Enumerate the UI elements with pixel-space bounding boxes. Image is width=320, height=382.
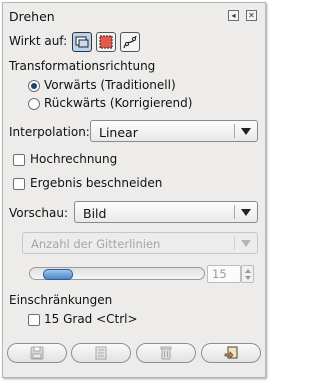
chevron-down-icon	[241, 128, 251, 135]
reset-options-button[interactable]	[201, 343, 261, 363]
layer-icon	[75, 36, 89, 48]
chevron-down-icon	[241, 240, 251, 247]
restore-options-button[interactable]	[71, 343, 131, 363]
close-icon[interactable]: ✕	[246, 10, 257, 21]
grid-count-spinner[interactable]	[241, 265, 254, 283]
preview-label: Vorschau:	[9, 206, 69, 220]
panel-title: Drehen	[9, 9, 55, 24]
supersampling-checkbox[interactable]	[13, 154, 25, 166]
constraints-label: Einschränkungen	[9, 293, 113, 307]
constraint-15deg-label[interactable]: 15 Grad <Ctrl>	[44, 312, 138, 326]
radio-forward[interactable]	[28, 80, 40, 92]
selection-icon	[99, 35, 113, 49]
constraint-15deg-checkbox[interactable]	[28, 314, 40, 326]
interpolation-select[interactable]: Linear	[90, 120, 258, 142]
transform-path-button[interactable]	[120, 32, 140, 52]
radio-backward-label[interactable]: Rückwärts (Korrigierend)	[44, 96, 192, 110]
grid-count-slider[interactable]	[29, 267, 205, 280]
grid-count-value: 15	[212, 267, 227, 281]
rotate-tool-options-panel: Drehen ◂ ✕ Wirkt auf: Transformationsric…	[2, 2, 266, 378]
interpolation-value: Linear	[99, 125, 138, 140]
transform-layer-button[interactable]	[72, 32, 92, 52]
path-icon	[123, 35, 137, 49]
footer-button-bar	[7, 343, 261, 363]
interpolation-label: Interpolation:	[9, 125, 90, 139]
preview-select[interactable]: Bild	[74, 201, 258, 223]
grid-type-select[interactable]: Anzahl der Gitterlinien	[22, 232, 258, 254]
reset-icon	[224, 346, 238, 359]
radio-backward[interactable]	[28, 98, 40, 110]
spin-up-icon[interactable]	[245, 269, 251, 273]
slider-handle[interactable]	[43, 269, 73, 280]
delete-icon	[160, 346, 172, 360]
combo-divider	[234, 124, 235, 138]
affects-label: Wirkt auf:	[9, 34, 68, 48]
chevron-down-icon	[241, 209, 251, 216]
radio-forward-label[interactable]: Vorwärts (Traditionell)	[44, 78, 176, 92]
left-arrow-icon[interactable]: ◂	[228, 10, 239, 21]
grid-count-input[interactable]: 15	[207, 265, 241, 283]
grid-type-value: Anzahl der Gitterlinien	[31, 237, 161, 251]
direction-label: Transformationsrichtung	[9, 59, 156, 73]
transform-selection-button[interactable]	[96, 32, 116, 52]
spin-down-icon[interactable]	[245, 276, 251, 280]
restore-icon	[95, 346, 107, 360]
clip-result-label[interactable]: Ergebnis beschneiden	[30, 176, 162, 190]
save-icon	[30, 346, 44, 360]
supersampling-label[interactable]: Hochrechnung	[30, 152, 117, 166]
save-options-button[interactable]	[7, 343, 67, 363]
preview-value: Bild	[83, 206, 107, 221]
combo-divider	[234, 205, 235, 219]
delete-options-button[interactable]	[136, 343, 196, 363]
combo-divider	[234, 236, 235, 250]
clip-result-checkbox[interactable]	[13, 178, 25, 190]
